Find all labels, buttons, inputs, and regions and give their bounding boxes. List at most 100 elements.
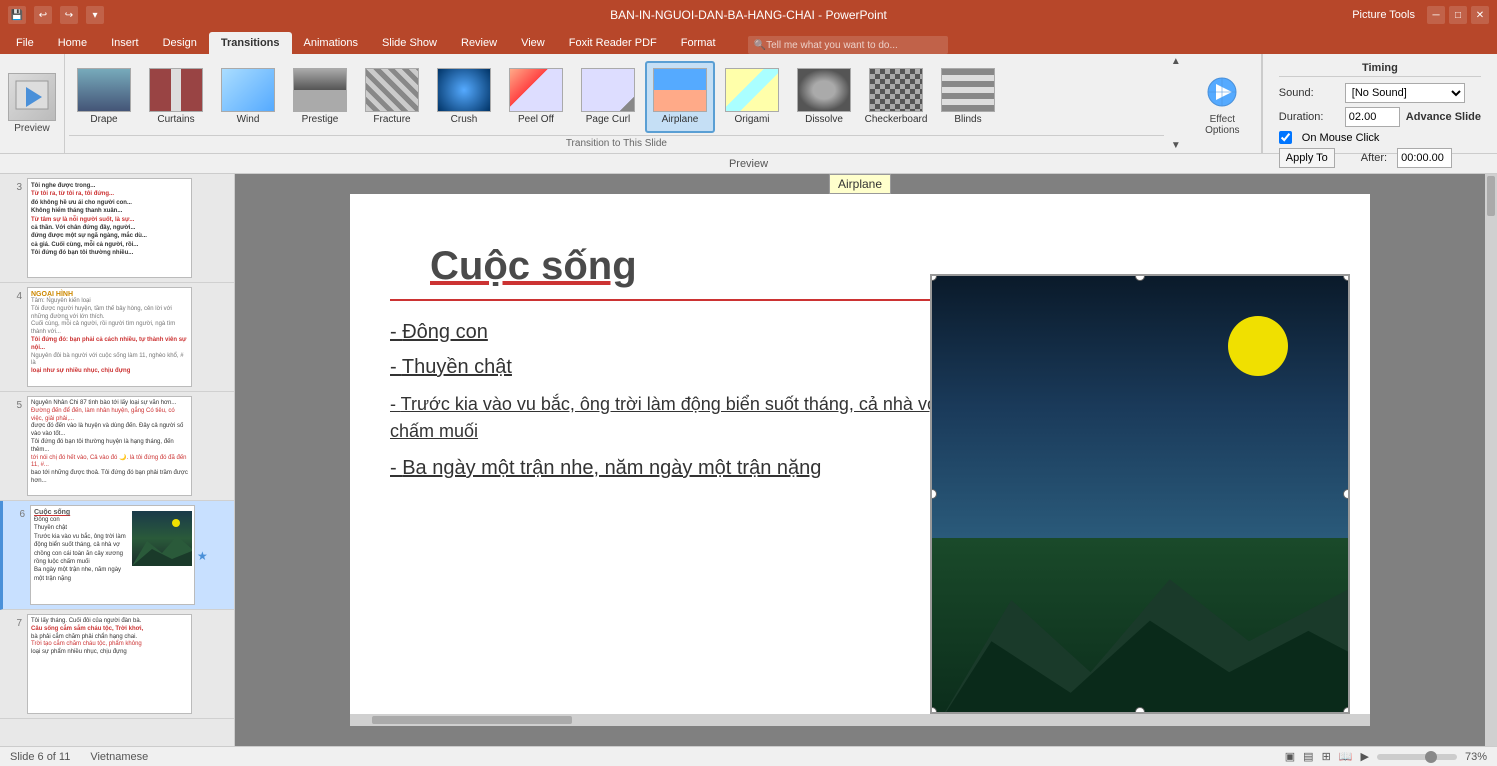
transition-item-blinds[interactable]: Blinds (933, 61, 1003, 133)
tab-slideshow[interactable]: Slide Show (370, 32, 449, 54)
handle-mr[interactable] (1343, 489, 1350, 499)
tab-format[interactable]: Format (669, 32, 728, 54)
on-mouse-click-checkbox[interactable] (1279, 131, 1292, 144)
view-reading-btn[interactable]: 📖 (1339, 750, 1353, 763)
search-hint: 🔍 (754, 40, 766, 51)
status-bar: Slide 6 of 11 Vietnamese ▣ ▤ ⊞ 📖 ▶ 73% (0, 746, 1497, 766)
slide-canvas[interactable]: Cuộc sống - Đông con - Thuyền chật - Trư… (350, 194, 1370, 714)
tab-animations[interactable]: Animations (292, 32, 370, 54)
slide-thumb-7[interactable]: 7 Tôi lấy tháng. Cuối đôi của người đàn … (0, 610, 234, 719)
transitions-scrollbar[interactable]: ▲ ▼ (1168, 54, 1184, 153)
transition-label: Wind (237, 114, 260, 125)
v-scroll-thumb[interactable] (1487, 176, 1495, 216)
transition-item-checkerboard[interactable]: Checkerboard (861, 61, 931, 133)
after-label: After: (1361, 152, 1387, 164)
tab-transitions[interactable]: Transitions (209, 32, 292, 54)
scene-sky (932, 276, 1348, 538)
transition-thumb (941, 68, 995, 112)
h-scrollbar[interactable] (350, 714, 1370, 726)
sound-select[interactable]: [No Sound] (1345, 83, 1465, 103)
undo-button[interactable]: ↩ (34, 6, 52, 24)
v-scrollbar[interactable] (1485, 174, 1497, 746)
transition-item-prestige[interactable]: Prestige (285, 61, 355, 133)
scroll-up-btn[interactable]: ▲ (1171, 56, 1181, 67)
transition-item-fracture[interactable]: Fracture (357, 61, 427, 133)
slide-number-6: 6 (9, 509, 25, 520)
slide-number-4: 4 (6, 291, 22, 302)
slide-number-3: 3 (6, 182, 22, 193)
transition-thumb (725, 68, 779, 112)
handle-tr[interactable] (1343, 274, 1350, 281)
transition-thumb (149, 68, 203, 112)
timing-controls: Timing Sound: [No Sound] Duration: Advan… (1271, 58, 1489, 149)
slide-thumb-4[interactable]: 4 NGOẠI HÌNH Tâm: Nguyên kiến loại Tôi đ… (0, 283, 234, 392)
apply-to-button[interactable]: Apply To (1279, 148, 1335, 168)
close-button[interactable]: ✕ (1471, 6, 1489, 24)
customize-button[interactable]: ▾ (86, 6, 104, 24)
tab-foxit[interactable]: Foxit Reader PDF (557, 32, 669, 54)
effect-options-label: Effect Options (1192, 114, 1253, 136)
view-sorter-btn[interactable]: ⊞ (1322, 750, 1331, 763)
tab-insert[interactable]: Insert (99, 32, 151, 54)
tab-view[interactable]: View (509, 32, 557, 54)
transition-label: Prestige (302, 114, 339, 125)
transition-item-peel-off[interactable]: Peel Off (501, 61, 571, 133)
transition-item-curtains[interactable]: Curtains (141, 61, 211, 133)
tab-home[interactable]: Home (46, 32, 99, 54)
slide-thumb-3[interactable]: 3 Tôi nghe được trong... Từ tôi ra, từ t… (0, 174, 234, 283)
handle-bc[interactable] (1135, 707, 1145, 714)
scene-moon (1228, 316, 1288, 376)
effect-options-button[interactable] (1202, 72, 1242, 112)
slide-thumb-6[interactable]: 6 Cuộc sống Đông con Thuyền chật Trước k… (0, 501, 234, 610)
view-outline-btn[interactable]: ▤ (1303, 750, 1313, 763)
save-button[interactable]: 💾 (8, 6, 26, 24)
preview-button[interactable] (8, 73, 56, 121)
redo-button[interactable]: ↪ (60, 6, 78, 24)
slide-number-7: 7 (6, 618, 22, 629)
view-normal-btn[interactable]: ▣ (1285, 750, 1295, 763)
maximize-button[interactable]: □ (1449, 6, 1467, 24)
apply-row: Apply To After: (1279, 148, 1481, 168)
zoom-thumb[interactable] (1425, 751, 1437, 763)
transition-label: Checkerboard (865, 114, 928, 125)
transition-thumb (437, 68, 491, 112)
transition-thumb (77, 68, 131, 112)
slide-image[interactable]: ↻ (930, 274, 1350, 714)
view-slideshow-btn[interactable]: ▶ (1361, 750, 1369, 763)
slide-thumb-5[interactable]: 5 Nguyên Nhân Chi 87 tình bào tới lấy lo… (0, 392, 234, 501)
thumbnail-moon (172, 519, 180, 527)
slide-number-5: 5 (6, 400, 22, 411)
slide-info: Slide 6 of 11 (10, 751, 70, 763)
tab-design[interactable]: Design (151, 32, 209, 54)
picture-tools-label: Picture Tools (1352, 9, 1415, 21)
transition-item-airplane[interactable]: Airplane (645, 61, 715, 133)
panel-label: Preview (0, 154, 1497, 174)
transition-item-drape[interactable]: Drape (69, 61, 139, 133)
duration-input[interactable] (1345, 107, 1400, 127)
transition-item-page-curl[interactable]: Page Curl (573, 61, 643, 133)
tab-file[interactable]: File (4, 32, 46, 54)
transition-thumb (653, 68, 707, 112)
slide-thumbnail-4: NGOẠI HÌNH Tâm: Nguyên kiến loại Tôi đượ… (27, 287, 192, 387)
tab-review[interactable]: Review (449, 32, 509, 54)
transition-item-origami[interactable]: Origami (717, 61, 787, 133)
status-right: ▣ ▤ ⊞ 📖 ▶ 73% (1285, 750, 1487, 763)
scroll-down-btn[interactable]: ▼ (1171, 140, 1181, 151)
transition-item-dissolve[interactable]: Dissolve (789, 61, 859, 133)
transition-label: Airplane (662, 114, 699, 125)
after-input[interactable] (1397, 148, 1452, 168)
transition-item-wind[interactable]: Wind (213, 61, 283, 133)
h-scroll-thumb[interactable] (372, 716, 572, 724)
transition-item-crush[interactable]: Crush (429, 61, 499, 133)
handle-br[interactable] (1343, 707, 1350, 714)
transition-label: Blinds (954, 114, 981, 125)
preview-label: Preview (14, 123, 50, 134)
handle-bl[interactable] (930, 707, 937, 714)
main-content: Airplane Cuộc sống - Đông con - Thuyền c… (235, 174, 1485, 746)
transitions-row: Drape Curtains Wind Prestige Fracture Cr… (69, 58, 1164, 135)
transition-thumb (509, 68, 563, 112)
zoom-slider[interactable] (1377, 754, 1457, 760)
minimize-button[interactable]: ─ (1427, 6, 1445, 24)
sound-row: Sound: [No Sound] (1279, 83, 1481, 103)
slide-thumbnail-5: Nguyên Nhân Chi 87 tình bào tới lấy loại… (27, 396, 192, 496)
